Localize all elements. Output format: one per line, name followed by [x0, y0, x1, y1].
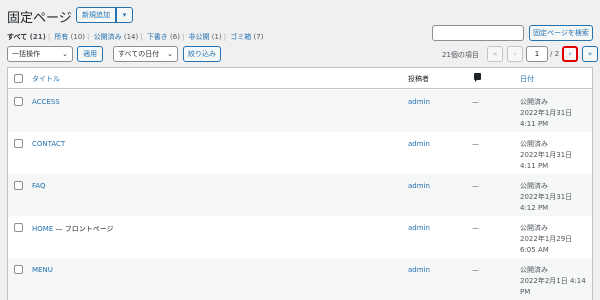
row-title-link[interactable]: FAQ — [32, 182, 46, 190]
row-author-link[interactable]: admin — [408, 98, 430, 106]
table-row: ACCESS admin — 公開済み 2022年1月31日 4:11 PM — [8, 90, 592, 132]
row-title-link[interactable]: MENU — [32, 266, 53, 274]
total-pages: / 2 — [550, 50, 560, 58]
row-checkbox[interactable] — [14, 139, 23, 148]
apply-button[interactable]: 適用 — [77, 46, 103, 62]
row-date: 公開済み 2022年1月31日 4:11 PM — [520, 140, 573, 170]
column-date-header[interactable]: 日付 — [520, 74, 534, 84]
chevron-down-icon: ⌄ — [167, 50, 173, 58]
status-mine-link[interactable]: 所有 (10) — [54, 33, 85, 41]
add-new-button[interactable]: 新規追加 — [76, 7, 116, 23]
row-comments: — — [472, 266, 479, 274]
column-author-header: 投稿者 — [408, 75, 429, 83]
select-all-checkbox[interactable] — [14, 74, 23, 83]
column-title-header[interactable]: タイトル — [32, 74, 60, 84]
row-author-link[interactable]: admin — [408, 182, 430, 190]
status-published-link[interactable]: 公開済み (14) — [94, 33, 139, 41]
table-header: タイトル 投稿者 日付 — [8, 68, 592, 89]
page-title: 固定ページ — [7, 11, 72, 26]
first-page-button: « — [487, 46, 503, 62]
row-author-link[interactable]: admin — [408, 266, 430, 274]
filter-button[interactable]: 絞り込み — [183, 46, 221, 62]
search-input[interactable] — [432, 25, 524, 41]
items-count: 21個の項目 — [442, 51, 479, 59]
next-page-button[interactable]: › — [562, 46, 578, 62]
row-checkbox[interactable] — [14, 97, 23, 106]
row-title-link[interactable]: ACCESS — [32, 98, 60, 106]
status-trash-link[interactable]: ゴミ箱 (7) — [230, 33, 263, 41]
status-draft-link[interactable]: 下書き (6) — [147, 33, 180, 41]
last-page-button[interactable]: » — [582, 46, 598, 62]
table-row: CONTACT admin — 公開済み 2022年1月31日 4:11 PM — [8, 132, 592, 174]
row-date: 公開済み 2022年1月31日 4:11 PM — [520, 98, 573, 128]
search-pages-button[interactable]: 固定ページを検索 — [529, 25, 593, 41]
row-comments: — — [472, 98, 479, 106]
status-all-link[interactable]: すべて (21) — [7, 33, 46, 41]
comment-bubble-icon — [474, 73, 481, 82]
row-checkbox[interactable] — [14, 181, 23, 190]
row-checkbox[interactable] — [14, 265, 23, 274]
date-filter-select[interactable]: すべての日付 ⌄ — [113, 46, 178, 62]
row-date: 公開済み 2022年1月31日 4:12 PM — [520, 182, 573, 212]
row-title-link[interactable]: CONTACT — [32, 140, 65, 148]
row-author-link[interactable]: admin — [408, 224, 430, 232]
pages-table: タイトル 投稿者 日付 ACCESS admin — 公開済み 2022年1月31… — [7, 67, 593, 300]
table-row: MENU admin — 公開済み 2022年2月1日 4:14 PM — [8, 258, 592, 300]
row-author-link[interactable]: admin — [408, 140, 430, 148]
current-page-input[interactable]: 1 — [526, 46, 548, 62]
add-new-dropdown-button[interactable]: ▾ — [116, 7, 133, 23]
row-comments: — — [472, 224, 479, 232]
table-row: FAQ admin — 公開済み 2022年1月31日 4:12 PM — [8, 174, 592, 216]
prev-page-button: ‹ — [507, 46, 523, 62]
status-filter-links: すべて (21) | 所有 (10) | 公開済み (14) | 下書き (6) | 非… — [7, 33, 264, 41]
row-date: 公開済み 2022年1月29日 6:05 AM — [520, 224, 573, 254]
bulk-action-select[interactable]: 一括操作 ⌄ — [7, 46, 73, 62]
status-private-link[interactable]: 非公開 (1) — [189, 33, 222, 41]
bulk-action-value: 一括操作 — [12, 50, 40, 58]
row-checkbox[interactable] — [14, 223, 23, 232]
chevron-down-icon: ⌄ — [62, 50, 68, 58]
row-comments: — — [472, 182, 479, 190]
row-date: 公開済み 2022年2月1日 4:14 PM — [520, 266, 586, 296]
table-row: HOME — フロントページ admin — 公開済み 2022年1月29日 6:… — [8, 216, 592, 258]
date-filter-value: すべての日付 — [118, 50, 160, 58]
row-title-link[interactable]: HOME — フロントページ — [32, 224, 114, 234]
row-comments: — — [472, 140, 479, 148]
